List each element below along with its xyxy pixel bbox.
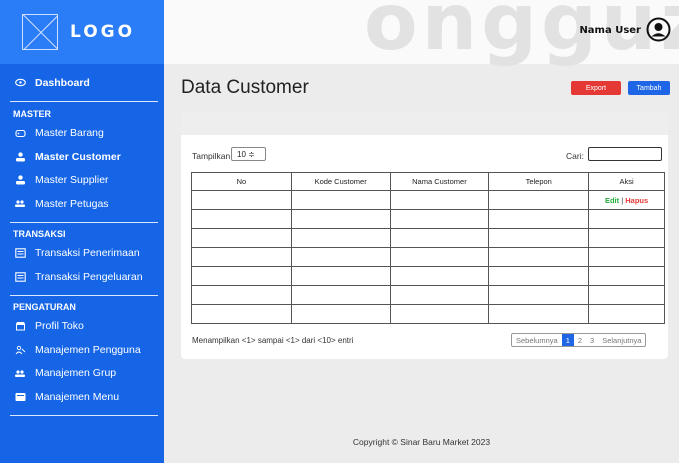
section-title-master: MASTER — [13, 108, 51, 119]
action-separator: | — [621, 195, 624, 205]
show-entries-label: Tampilkan — [192, 151, 231, 161]
table-row — [191, 304, 665, 324]
pagination-next[interactable]: Selanjutnya — [598, 334, 645, 346]
sidebar-item-dashboard[interactable]: Dashboard — [0, 71, 164, 95]
users-icon — [14, 367, 26, 379]
search-label: Cari: — [566, 151, 584, 161]
pagination: Sebelumnya 1 2 3 Selanjutnya — [511, 333, 647, 347]
sidebar-item-label: Manajemen Grup — [35, 367, 117, 380]
dashboard-icon — [14, 77, 26, 89]
sidebar-item-manajemen-menu[interactable]: Manajemen Menu — [0, 385, 164, 409]
tag-icon — [14, 127, 26, 139]
table-row — [191, 209, 665, 229]
sidebar-item-master-petugas[interactable]: Master Petugas — [0, 192, 164, 216]
user-icon — [14, 151, 26, 163]
sidebar-item-manajemen-grup[interactable]: Manajemen Grup — [0, 362, 164, 386]
sidebar-item-label: Transaksi Pengeluaran — [35, 270, 143, 283]
sidebar-item-transaksi-pengeluaran[interactable]: Transaksi Pengeluaran — [0, 265, 164, 289]
sidebar-item-label: Master Supplier — [35, 174, 109, 187]
column-header-aksi[interactable]: Aksi — [588, 172, 665, 191]
sidebar-item-master-customer[interactable]: Master Customer — [0, 145, 164, 169]
user-settings-icon — [14, 344, 26, 356]
pagination-page-2[interactable]: 2 — [574, 334, 586, 346]
sidebar-item-label: Manajemen Pengguna — [35, 343, 141, 356]
pagination-page-1[interactable]: 1 — [561, 334, 574, 346]
table-row — [191, 228, 665, 248]
sidebar-item-label: Master Petugas — [35, 197, 109, 210]
column-header-kode[interactable]: Kode Customer — [290, 172, 391, 191]
sidebar-item-profil-toko[interactable]: Profil Toko — [0, 315, 164, 339]
delete-link[interactable]: Hapus — [625, 196, 648, 205]
sidebar-item-label: Master Barang — [35, 127, 104, 140]
sidebar-item-label: Transaksi Penerimaan — [35, 247, 140, 260]
sidebar-item-master-supplier[interactable]: Master Supplier — [0, 169, 164, 193]
sidebar: LOGO Dashboard MASTER Master Barang Mast… — [0, 0, 164, 463]
add-button[interactable]: Tambah — [628, 81, 670, 95]
divider — [10, 100, 158, 102]
card-header — [181, 112, 668, 135]
divider — [10, 414, 158, 416]
page-title: Data Customer — [181, 77, 309, 98]
store-icon — [14, 320, 26, 332]
table-row: Edit | Hapus — [191, 190, 665, 210]
sidebar-item-master-barang[interactable]: Master Barang — [0, 122, 164, 146]
pagination-prev[interactable]: Sebelumnya — [512, 334, 562, 346]
column-header-no[interactable]: No — [191, 172, 292, 191]
divider — [10, 294, 158, 296]
user-avatar-icon[interactable] — [646, 17, 671, 42]
sidebar-item-label: Dashboard — [35, 76, 90, 89]
logo-text: LOGO — [70, 22, 136, 42]
logo-area[interactable]: LOGO — [0, 0, 164, 64]
table-row — [191, 266, 665, 286]
menu-box-icon — [14, 391, 26, 403]
pagination-page-3[interactable]: 3 — [586, 334, 598, 346]
column-header-telepon[interactable]: Telepon — [488, 172, 590, 191]
edit-link[interactable]: Edit — [605, 196, 619, 205]
action-cell: Edit | Hapus — [588, 190, 665, 210]
sidebar-item-label: Manajemen Menu — [35, 390, 120, 403]
divider — [10, 221, 158, 223]
footer-copyright: Copyright © Sinar Baru Market 2023 — [352, 437, 491, 447]
user-name[interactable]: Nama User — [579, 25, 641, 36]
section-title-transaksi: TRANSAKSI — [13, 228, 66, 239]
table-row — [191, 247, 665, 267]
section-title-pengaturan: PENGATURAN — [13, 301, 76, 312]
list-box-icon — [14, 271, 26, 283]
user-icon — [14, 174, 26, 186]
search-input[interactable] — [588, 147, 662, 161]
logo-placeholder-icon — [22, 14, 58, 50]
column-header-nama[interactable]: Nama Customer — [389, 172, 490, 191]
sidebar-item-label: Profil Toko — [35, 320, 84, 333]
list-box-icon — [14, 247, 26, 259]
sidebar-item-manajemen-pengguna[interactable]: Manajemen Pengguna — [0, 338, 164, 362]
show-entries-select[interactable]: 10 ≑ — [231, 147, 266, 161]
data-card: Tampilkan 10 ≑ Cari: No Kode Customer Na… — [181, 112, 668, 359]
sidebar-item-label: Master Customer — [35, 150, 121, 163]
table-header-row: No Kode Customer Nama Customer Telepon A… — [191, 172, 665, 191]
export-button[interactable]: Export — [571, 81, 621, 95]
users-icon — [14, 198, 26, 210]
customer-table: No Kode Customer Nama Customer Telepon A… — [191, 172, 665, 324]
top-bar: ongguz Nama User — [164, 0, 679, 68]
table-row — [191, 285, 665, 305]
sidebar-item-transaksi-penerimaan[interactable]: Transaksi Penerimaan — [0, 242, 164, 266]
table-info: Menampilkan <1> sampai <1> dari <10> ent… — [192, 336, 354, 345]
